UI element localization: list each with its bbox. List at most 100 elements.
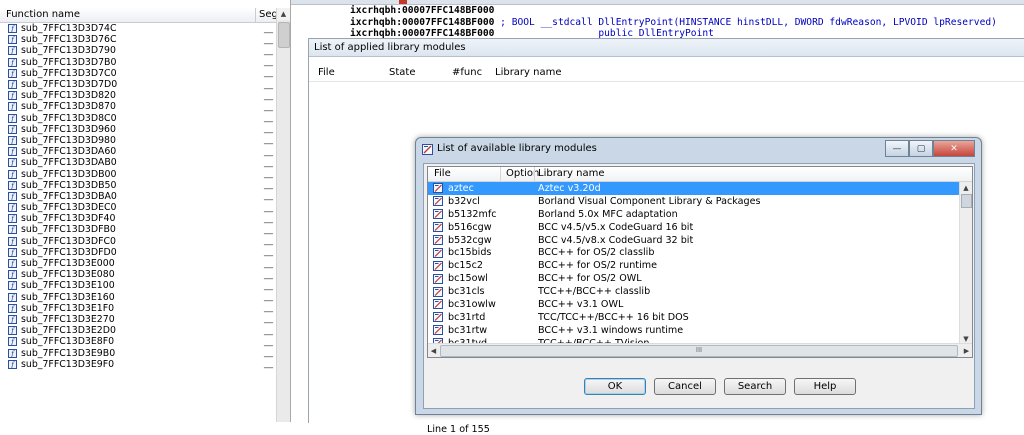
search-button[interactable]: Search: [724, 378, 786, 395]
function-f-icon: f: [8, 46, 17, 56]
function-row[interactable]: f sub_7FFC13D3E1F0 __: [0, 303, 276, 314]
functions-scrollbar[interactable]: ▲: [276, 8, 290, 422]
module-row[interactable]: b532cgw BCC v4.5/v8.x CodeGuard 32 bit: [428, 234, 959, 247]
function-f-icon: f: [8, 191, 17, 201]
function-row[interactable]: f sub_7FFC13D3DF40 __: [0, 213, 276, 224]
col-library-name[interactable]: Library name: [538, 168, 605, 179]
function-row[interactable]: f sub_7FFC13D3E270 __: [0, 314, 276, 325]
function-row[interactable]: f sub_7FFC13D3DFB0 __: [0, 224, 276, 235]
function-segment: __: [264, 202, 273, 213]
function-f-icon: f: [8, 348, 17, 358]
scrollbar-thumb[interactable]: [278, 22, 290, 48]
dialog-titlebar[interactable]: List of available library modules — ▢ ✕: [416, 138, 981, 161]
function-row[interactable]: f sub_7FFC13D3DFD0 __: [0, 247, 276, 258]
function-row[interactable]: f sub_7FFC13D3E160 __: [0, 292, 276, 303]
col-library-name[interactable]: Library name: [495, 67, 562, 78]
col-func-count[interactable]: #func: [452, 67, 482, 78]
help-button[interactable]: Help: [794, 378, 856, 395]
function-segment: __: [264, 135, 273, 146]
module-row[interactable]: bc15owl BCC++ for OS/2 OWL: [428, 272, 959, 285]
listview-hscrollbar[interactable]: ◀ III ▶: [428, 343, 972, 357]
module-row[interactable]: aztec Aztec v3.20d: [428, 182, 959, 195]
module-row[interactable]: bc31rtw BCC++ v3.1 windows runtime: [428, 324, 959, 337]
col-state[interactable]: State: [389, 67, 415, 78]
function-name: sub_7FFC13D3D8C0: [21, 112, 117, 124]
function-row[interactable]: f sub_7FFC13D3D74C __: [0, 23, 276, 34]
col-file[interactable]: File: [318, 67, 335, 78]
module-row[interactable]: b516cgw BCC v4.5/v5.x CodeGuard 16 bit: [428, 221, 959, 234]
disasm-line[interactable]: ixcrhqbh:00007FFC148BF000 ; BOOL __stdca…: [350, 17, 1024, 29]
function-row[interactable]: f sub_7FFC13D3D980 __: [0, 135, 276, 146]
function-f-icon: f: [8, 57, 17, 67]
signature-module-icon: [433, 196, 443, 207]
disassembly-view[interactable]: ixcrhqbh:00007FFC148BF000 ixcrhqbh:00007F…: [350, 5, 1024, 40]
function-f-icon: f: [8, 135, 17, 145]
function-name: sub_7FFC13D3DFB0: [21, 224, 116, 236]
function-segment: __: [264, 213, 273, 224]
function-name: sub_7FFC13D3D960: [21, 123, 116, 135]
module-library-name: TCC/TCC++/BCC++ 16 bit DOS: [538, 311, 689, 323]
divider: [500, 167, 501, 181]
function-row[interactable]: f sub_7FFC13D3DFC0 __: [0, 236, 276, 247]
listview-vscrollbar[interactable]: ▲ ▼: [959, 182, 972, 344]
function-f-icon: f: [8, 247, 17, 257]
module-row[interactable]: b5132mfc Borland 5.0x MFC adaptation: [428, 208, 959, 221]
ok-button[interactable]: OK: [584, 378, 646, 395]
function-row[interactable]: f sub_7FFC13D3D8C0 __: [0, 113, 276, 124]
scroll-up-icon[interactable]: ▲: [960, 182, 972, 193]
function-row[interactable]: f sub_7FFC13D3DA60 __: [0, 146, 276, 157]
functions-pane: Function name Segi fsub_7FFC13D3D74C__fs…: [0, 0, 291, 422]
column-header-segment[interactable]: Segi: [256, 8, 276, 22]
module-file: b516cgw: [448, 221, 492, 233]
function-row[interactable]: f sub_7FFC13D3DBA0 __: [0, 191, 276, 202]
function-row[interactable]: f sub_7FFC13D3DB00 __: [0, 168, 276, 180]
module-row[interactable]: b32vcl Borland Visual Component Library &…: [428, 195, 959, 208]
scroll-up-icon[interactable]: ▲: [277, 8, 290, 20]
function-row[interactable]: f sub_7FFC13D3D870 __: [0, 101, 276, 112]
modules-listview[interactable]: File Option Library name aztec Aztec v3.2…: [427, 166, 973, 358]
function-row[interactable]: f sub_7FFC13D3DB50 __: [0, 180, 276, 191]
signature-module-icon: [433, 209, 443, 220]
function-f-icon: f: [8, 91, 17, 101]
function-row[interactable]: f sub_7FFC13D3E9B0 __: [0, 347, 276, 359]
module-row[interactable]: bc31cls TCC++/BCC++ classlib: [428, 285, 959, 298]
function-row[interactable]: f sub_7FFC13D3D7D0 __: [0, 79, 276, 90]
function-row[interactable]: f sub_7FFC13D3D820 __: [0, 90, 276, 101]
function-row[interactable]: f sub_7FFC13D3D7C0 __: [0, 68, 276, 79]
disasm-line[interactable]: ixcrhqbh:00007FFC148BF000: [350, 5, 1024, 17]
function-segment: __: [264, 45, 273, 56]
scrollbar-thumb[interactable]: [961, 194, 972, 208]
function-row[interactable]: f sub_7FFC13D3E2D0 __: [0, 325, 276, 336]
function-segment: __: [264, 236, 273, 247]
module-row[interactable]: bc15c2 BCC++ for OS/2 runtime: [428, 259, 959, 272]
scrollbar-thumb[interactable]: III: [440, 345, 958, 357]
function-row[interactable]: f sub_7FFC13D3E000 __: [0, 258, 276, 269]
module-row[interactable]: bc31rtd TCC/TCC++/BCC++ 16 bit DOS: [428, 311, 959, 324]
col-file[interactable]: File: [434, 168, 451, 179]
scroll-right-icon[interactable]: ▶: [961, 344, 972, 357]
function-name: sub_7FFC13D3D74C: [21, 23, 117, 35]
module-row[interactable]: bc31owlw BCC++ v3.1 OWL: [428, 298, 959, 311]
function-row[interactable]: f sub_7FFC13D3D790 __: [0, 45, 276, 56]
close-icon[interactable]: ✕: [933, 140, 975, 157]
scroll-left-icon[interactable]: ◀: [428, 344, 439, 357]
function-row[interactable]: f sub_7FFC13D3E080 __: [0, 269, 276, 280]
cancel-button[interactable]: Cancel: [654, 378, 716, 395]
function-row[interactable]: f sub_7FFC13D3D960 __: [0, 124, 276, 135]
function-row[interactable]: f sub_7FFC13D3E9F0 __: [0, 359, 276, 370]
maximize-icon[interactable]: ▢: [909, 140, 933, 157]
function-name: sub_7FFC13D3D7D0: [21, 79, 118, 91]
module-row[interactable]: bc15bids BCC++ for OS/2 classlib: [428, 246, 959, 259]
function-row[interactable]: f sub_7FFC13D3D7B0 __: [0, 57, 276, 68]
function-row[interactable]: f sub_7FFC13D3E100 __: [0, 280, 276, 291]
function-f-icon: f: [8, 180, 17, 190]
column-header-function-name[interactable]: Function name: [0, 8, 256, 22]
function-row[interactable]: f sub_7FFC13D3E8F0 __: [0, 336, 276, 347]
function-row[interactable]: f sub_7FFC13D3DAB0 __: [0, 157, 276, 168]
function-f-icon: f: [8, 359, 17, 369]
function-row[interactable]: f sub_7FFC13D3D76C __: [0, 34, 276, 45]
minimize-icon[interactable]: —: [885, 140, 909, 157]
dialog-title: List of available library modules: [437, 143, 597, 154]
function-f-icon: f: [8, 35, 17, 45]
function-row[interactable]: f sub_7FFC13D3DEC0 __: [0, 202, 276, 213]
